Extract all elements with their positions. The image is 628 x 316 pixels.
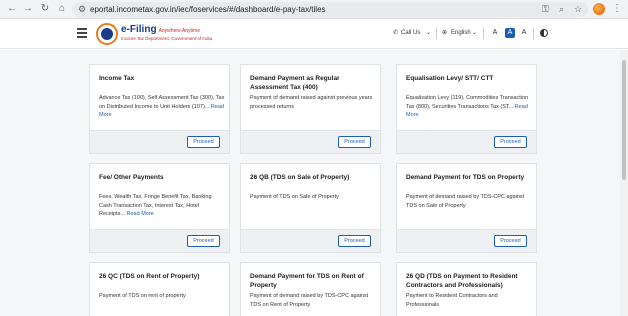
tile-title: Income Tax	[99, 75, 135, 82]
zoom-icon[interactable]: ⌕	[559, 3, 564, 16]
tile-equalisation-levy: Equalisation Levy/ STT/ CTT Equalisation…	[396, 64, 537, 154]
tile-title: 26 QD (TDS on Payment to Resident Contra…	[406, 273, 518, 289]
scrollbar-thumb[interactable]	[622, 60, 626, 180]
tile-footer: Proceed	[397, 229, 536, 252]
phone-icon: ✆	[393, 30, 399, 36]
font-increase-button[interactable]: A	[519, 28, 529, 38]
chevron-down-icon: ⌄	[472, 30, 478, 36]
tile-fee-other-payments: Fee/ Other Payments Fees, Wealth Tax, Fr…	[89, 163, 230, 253]
extension-icon[interactable]	[593, 3, 605, 15]
tile-description: Equalisation Levy (119), Commodities Tra…	[406, 95, 529, 119]
reload-icon[interactable]: ↻	[39, 3, 51, 15]
chevron-down-icon: ⌄	[426, 30, 432, 36]
tile-title: Demand Payment for TDS on Rent of Proper…	[250, 273, 364, 289]
proceed-button[interactable]: Proceed	[494, 136, 527, 148]
tile-title: 26 QB (TDS on Sale of Property)	[250, 174, 350, 181]
proceed-button[interactable]: Proceed	[338, 235, 371, 247]
proceed-button[interactable]: Proceed	[187, 136, 220, 148]
tile-title: 26 QC (TDS on Rent of Property)	[99, 273, 200, 280]
tile-footer: Proceed	[90, 229, 229, 252]
tile-footer: Proceed	[241, 229, 380, 252]
browser-toolbar: ← → ↻ ⌂ ⚙ eportal.incometax.gov.in/iec/f…	[0, 0, 628, 19]
tile-description: Advance Tax (100), Self Assessment Tax (…	[99, 95, 225, 119]
globe-icon: ⊕	[442, 30, 448, 36]
back-arrow-icon[interactable]: ←	[6, 3, 18, 15]
tile-26qd-tds-contractors: 26 QD (TDS on Payment to Resident Contra…	[396, 262, 537, 316]
tile-description: Payment of TDS on rent of property	[99, 293, 186, 299]
tile-title: Fee/ Other Payments	[99, 174, 164, 181]
site-header: e-Filing Anywhere Anytime Income Tax Depa…	[0, 19, 628, 49]
bookmark-star-icon[interactable]: ☆	[574, 3, 582, 16]
tile-26qc-tds-rent-property: 26 QC (TDS on Rent of Property) Payment …	[89, 262, 230, 316]
proceed-button[interactable]: Proceed	[338, 136, 371, 148]
tile-title: Demand Payment for TDS on Property	[406, 174, 525, 181]
brand-name: e-Filing	[121, 24, 157, 35]
language-select[interactable]: English	[451, 28, 471, 39]
site-info-icon[interactable]: ⚙	[78, 3, 86, 16]
tile-title: Equalisation Levy/ STT/ CTT	[406, 75, 494, 82]
tile-footer: Proceed	[241, 130, 380, 153]
tile-demand-tds-property: Demand Payment for TDS on Property Payme…	[396, 163, 537, 253]
address-bar[interactable]: ⚙ eportal.incometax.gov.in/iec/foservice…	[72, 2, 588, 17]
proceed-button[interactable]: Proceed	[494, 235, 527, 247]
tile-description: Payment of demand raised against previou…	[250, 95, 373, 110]
tile-title: Demand Payment as Regular Assessment Tax…	[250, 75, 340, 91]
tile-footer: Proceed	[397, 130, 536, 153]
tile-demand-regular-assessment: Demand Payment as Regular Assessment Tax…	[240, 64, 381, 154]
divider	[436, 28, 437, 39]
font-normal-button[interactable]: A	[505, 28, 515, 38]
password-key-icon[interactable]: ⚿	[542, 3, 549, 16]
url-text[interactable]: eportal.incometax.gov.in/iec/foservices/…	[90, 2, 326, 17]
hamburger-menu-icon[interactable]	[77, 28, 87, 40]
browser-menu-icon[interactable]: ⋮	[612, 2, 622, 16]
home-icon[interactable]: ⌂	[56, 3, 68, 15]
tile-description: Payment of TDS on Sale of Property	[250, 194, 339, 200]
divider	[533, 28, 534, 39]
tile-26qb-tds-sale-property: 26 QB (TDS on Sale of Property) Payment …	[240, 163, 381, 253]
forward-arrow-icon[interactable]: →	[22, 3, 34, 15]
tile-description: Payment of demand raised by TDS-CPC agai…	[406, 194, 525, 209]
proceed-button[interactable]: Proceed	[187, 235, 220, 247]
brand-subtitle: Income Tax Department, Government of Ind…	[121, 36, 212, 41]
tile-income-tax: Income Tax Advance Tax (100), Self Asses…	[89, 64, 230, 154]
tile-description: Fees, Wealth Tax, Fringe Benefit Tax, Ba…	[99, 194, 212, 218]
contrast-toggle-icon[interactable]	[540, 29, 548, 37]
tile-description: Payment of demand raised by TDS-CPC agai…	[250, 293, 369, 308]
divider	[483, 28, 484, 39]
font-decrease-button[interactable]: A	[490, 28, 500, 38]
call-us-link[interactable]: Call Us	[401, 28, 420, 39]
brand-tagline: Anywhere Anytime	[158, 28, 200, 34]
read-more-link[interactable]: Read More	[127, 211, 154, 217]
tile-demand-tds-rent-property: Demand Payment for TDS on Rent of Proper…	[240, 262, 381, 316]
tile-description: Payment to Resident Contractors and Prof…	[406, 293, 498, 308]
tile-footer: Proceed	[90, 130, 229, 153]
emblem-logo[interactable]	[96, 23, 118, 45]
